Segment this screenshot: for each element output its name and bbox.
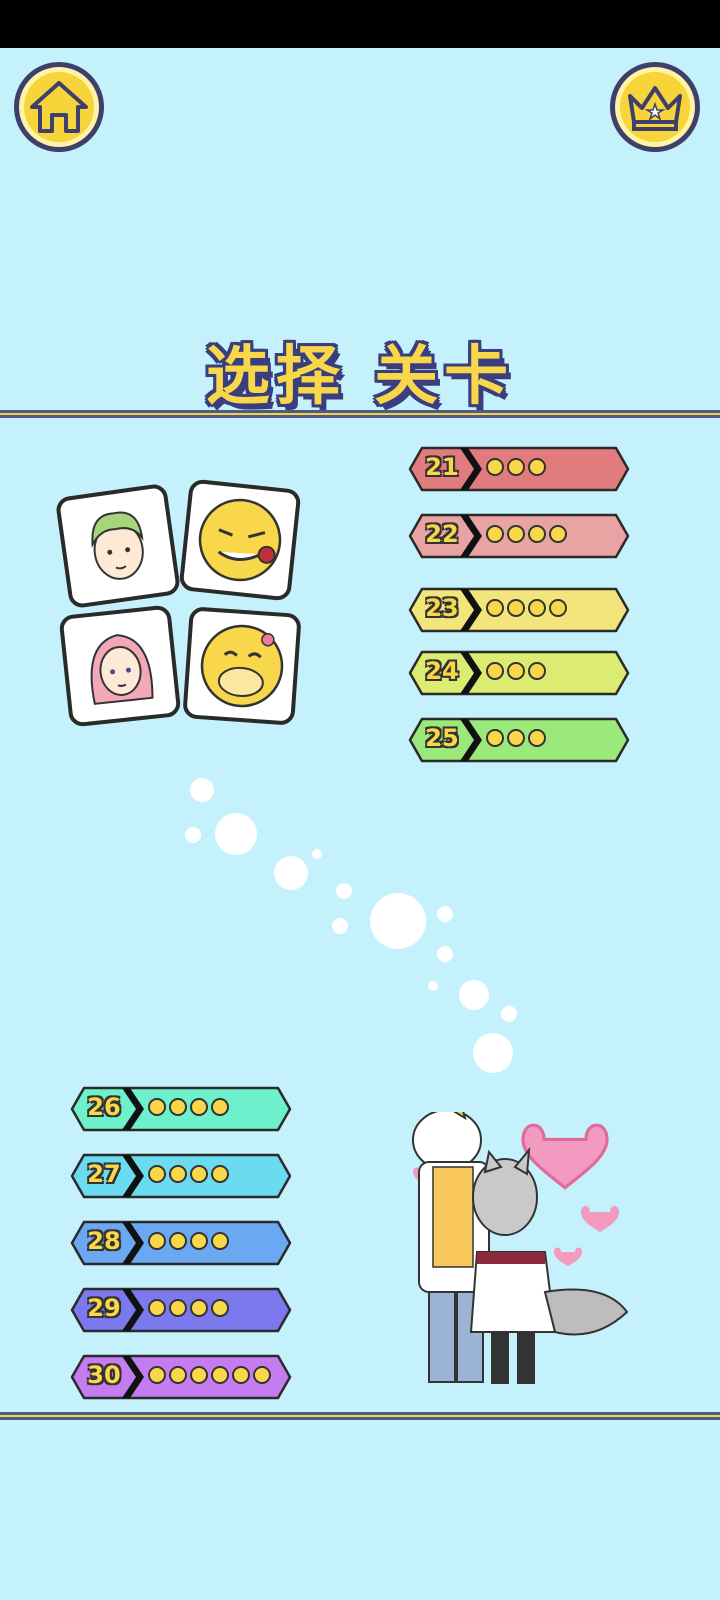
level-button-23[interactable]: 23 <box>408 587 630 633</box>
level-progress-dots <box>148 1165 229 1183</box>
progress-dot <box>148 1366 166 1384</box>
smirk-emoji <box>178 478 302 602</box>
level-button-22[interactable]: 22 <box>408 513 630 559</box>
level-button-28[interactable]: 28 <box>70 1220 292 1266</box>
progress-dot <box>169 1232 187 1250</box>
level-progress-dots <box>148 1232 229 1250</box>
level-number: 28 <box>87 1227 121 1255</box>
progress-dot <box>507 599 525 617</box>
level-number: 30 <box>87 1361 121 1389</box>
level-number: 23 <box>425 594 459 622</box>
level-number: 21 <box>425 453 459 481</box>
progress-dot <box>528 599 546 617</box>
progress-dot <box>190 1299 208 1317</box>
crown-button[interactable] <box>610 62 700 152</box>
shy-emoji <box>182 606 302 726</box>
progress-dot <box>528 662 546 680</box>
level-number: 25 <box>425 724 459 752</box>
progress-dot <box>211 1299 229 1317</box>
progress-dot <box>232 1366 250 1384</box>
progress-dot <box>528 525 546 543</box>
home-icon <box>28 79 90 135</box>
level-progress-dots <box>486 662 546 680</box>
progress-dot <box>486 458 504 476</box>
level-number: 24 <box>425 657 459 685</box>
progress-dot <box>507 525 525 543</box>
level-button-21[interactable]: 21 <box>408 446 630 492</box>
progress-dot <box>528 458 546 476</box>
progress-dot <box>507 458 525 476</box>
level-progress-dots <box>486 599 567 617</box>
level-progress-dots <box>486 458 546 476</box>
progress-dot <box>190 1165 208 1183</box>
couple-illustration <box>405 1101 645 1387</box>
crown-icon <box>624 82 686 132</box>
home-button[interactable] <box>14 62 104 152</box>
level-button-27[interactable]: 27 <box>70 1153 292 1199</box>
progress-dot <box>486 525 504 543</box>
bottom-divider <box>0 1412 720 1420</box>
status-bar <box>0 0 720 48</box>
character-cards-illustration <box>54 478 308 734</box>
level-button-25[interactable]: 25 <box>408 717 630 763</box>
progress-dot <box>486 729 504 747</box>
level-progress-dots <box>148 1366 271 1384</box>
avatar <box>54 482 182 610</box>
progress-dot <box>253 1366 271 1384</box>
progress-dot <box>190 1366 208 1384</box>
progress-dot <box>169 1299 187 1317</box>
avatar <box>58 604 182 728</box>
progress-dot <box>190 1232 208 1250</box>
level-button-24[interactable]: 24 <box>408 650 630 696</box>
progress-dot <box>211 1165 229 1183</box>
progress-dot <box>148 1165 166 1183</box>
top-divider <box>0 410 720 418</box>
level-progress-dots <box>486 729 546 747</box>
progress-dot <box>148 1299 166 1317</box>
level-number: 22 <box>425 520 459 548</box>
progress-dot <box>169 1098 187 1116</box>
progress-dot <box>507 662 525 680</box>
level-number: 29 <box>87 1294 121 1322</box>
progress-dot <box>549 599 567 617</box>
progress-dot <box>148 1232 166 1250</box>
progress-dot <box>549 525 567 543</box>
level-button-26[interactable]: 26 <box>70 1086 292 1132</box>
progress-dot <box>211 1232 229 1250</box>
progress-dot <box>486 599 504 617</box>
level-progress-dots <box>148 1299 229 1317</box>
level-number: 26 <box>87 1093 121 1121</box>
progress-dot <box>507 729 525 747</box>
level-button-30[interactable]: 30 <box>70 1354 292 1400</box>
progress-dot <box>190 1098 208 1116</box>
progress-dot <box>211 1098 229 1116</box>
progress-dot <box>148 1098 166 1116</box>
progress-dot <box>169 1366 187 1384</box>
progress-dot <box>169 1165 187 1183</box>
level-button-29[interactable]: 29 <box>70 1287 292 1333</box>
level-progress-dots <box>486 525 567 543</box>
progress-dot <box>211 1366 229 1384</box>
level-number: 27 <box>87 1160 121 1188</box>
progress-dot <box>486 662 504 680</box>
level-progress-dots <box>148 1098 229 1116</box>
progress-dot <box>528 729 546 747</box>
page-title: 选择 关卡 <box>205 340 515 414</box>
